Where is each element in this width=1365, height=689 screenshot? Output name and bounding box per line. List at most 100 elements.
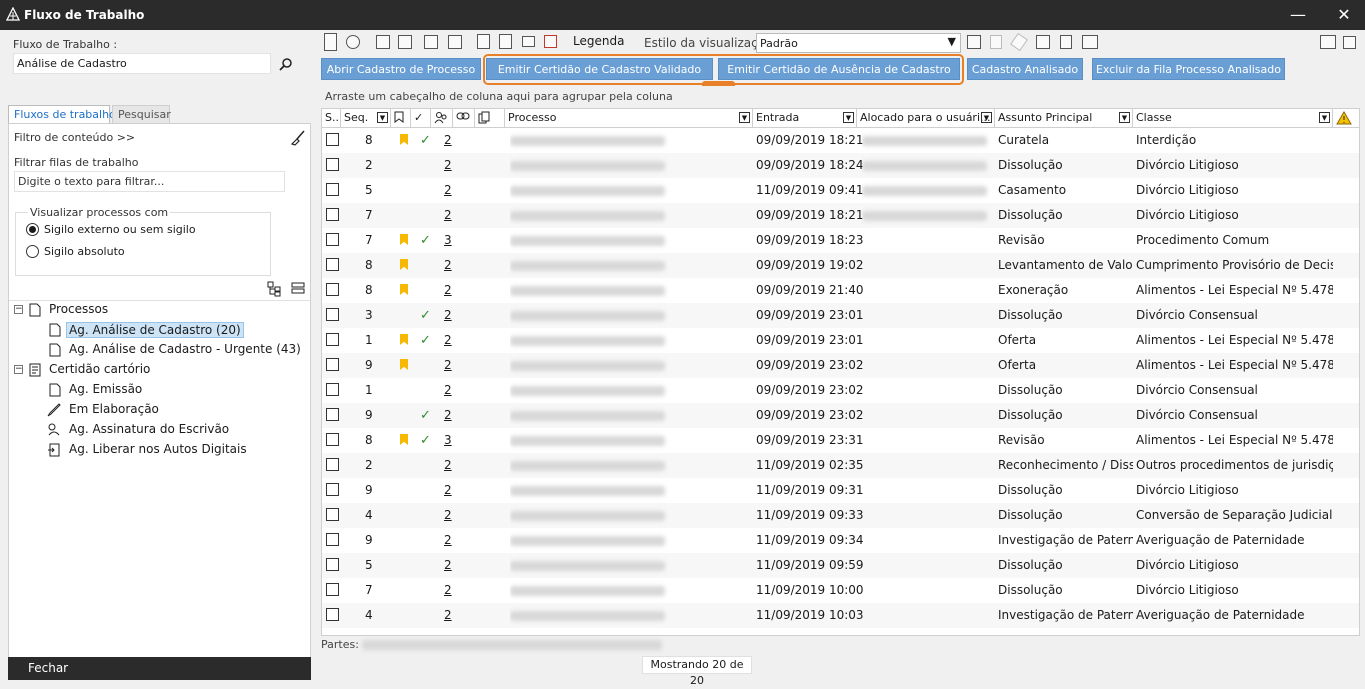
tree-node-certidao[interactable]: − Certidão cartório: [14, 362, 304, 380]
processo-cell[interactable]: [510, 378, 670, 403]
col-header-seq[interactable]: Seq. ▼: [341, 109, 391, 128]
collapse-all-icon[interactable]: [1343, 36, 1356, 49]
filter-dropdown-icon[interactable]: ▼: [843, 112, 854, 123]
filter-dropdown-icon[interactable]: ▼: [981, 112, 992, 123]
count-link[interactable]: 3: [444, 428, 452, 453]
tree-view-icon[interactable]: [1320, 35, 1336, 49]
col-header-warning[interactable]: [1333, 109, 1359, 128]
processo-cell[interactable]: [510, 303, 670, 328]
excluir-fila-button[interactable]: Excluir da Fila Processo Analisado: [1092, 58, 1285, 80]
processo-cell[interactable]: [510, 603, 670, 628]
row-checkbox[interactable]: [326, 508, 339, 521]
count-link[interactable]: 2: [444, 328, 452, 353]
count-link[interactable]: 2: [444, 153, 452, 178]
table-row[interactable]: 7 2 11/09/2019 10:00 Dissolução Divórcio Lit…: [322, 578, 1359, 603]
table-row[interactable]: 4 2 11/09/2019 10:03 Investigação de Patern…: [322, 603, 1359, 628]
processo-cell[interactable]: [510, 203, 670, 228]
table-row[interactable]: 9 2 11/09/2019 09:31 Dissolução Divórcio Lit…: [322, 478, 1359, 503]
table-row[interactable]: 5 2 11/09/2019 09:59 Dissolução Divórcio Lit…: [322, 553, 1359, 578]
count-link[interactable]: 2: [444, 278, 452, 303]
count-link[interactable]: 2: [444, 578, 452, 603]
table-row[interactable]: 8 ✓ 2 09/09/2019 18:21 Curatela Interdição: [322, 128, 1359, 153]
count-link[interactable]: 2: [444, 453, 452, 478]
filter-dropdown-icon[interactable]: ▼: [739, 112, 750, 123]
remove-comment-icon[interactable]: [544, 35, 557, 48]
search-process-icon[interactable]: [499, 34, 512, 49]
col-header-check[interactable]: ✓: [411, 109, 431, 128]
radio-sigilo-externo[interactable]: [26, 223, 39, 236]
processo-cell[interactable]: [510, 328, 670, 353]
close-button[interactable]: ✕: [1332, 4, 1356, 26]
count-link[interactable]: 2: [444, 353, 452, 378]
row-checkbox[interactable]: [326, 483, 339, 496]
col-header-bookmark[interactable]: [391, 109, 411, 128]
collapse-toggle-icon[interactable]: −: [14, 365, 23, 374]
processo-cell[interactable]: [510, 453, 670, 478]
refresh-icon[interactable]: [346, 35, 360, 49]
broom-icon[interactable]: [290, 130, 306, 146]
row-checkbox[interactable]: [326, 558, 339, 571]
tab-pesquisar[interactable]: Pesquisar: [112, 105, 171, 123]
expand-tree-icon[interactable]: [267, 281, 283, 297]
processo-cell[interactable]: [510, 128, 670, 153]
comment-icon[interactable]: [522, 36, 535, 47]
filter-dropdown-icon[interactable]: ▼: [377, 112, 388, 123]
col-header-classe[interactable]: Classe ▼: [1133, 109, 1333, 128]
row-checkbox[interactable]: [326, 358, 339, 371]
report-icon[interactable]: [1060, 35, 1072, 49]
col-header-users[interactable]: [431, 109, 453, 128]
row-checkbox[interactable]: [326, 583, 339, 596]
table-row[interactable]: 9 ✓ 2 09/09/2019 23:02 Dissolução Divórcio Co…: [322, 403, 1359, 428]
processo-cell[interactable]: [510, 253, 670, 278]
processo-cell[interactable]: [510, 153, 670, 178]
col-header-entrada[interactable]: Entrada ▼: [753, 109, 857, 128]
count-link[interactable]: 2: [444, 603, 452, 628]
row-checkbox[interactable]: [326, 533, 339, 546]
processo-cell[interactable]: [510, 278, 670, 303]
row-checkbox[interactable]: [326, 233, 339, 246]
row-checkbox[interactable]: [326, 183, 339, 196]
filter-dropdown-icon[interactable]: ▼: [1119, 112, 1130, 123]
abrir-cadastro-button[interactable]: Abrir Cadastro de Processo: [321, 58, 481, 80]
new-icon[interactable]: [324, 33, 337, 51]
minimize-button[interactable]: —: [1286, 4, 1310, 26]
row-checkbox[interactable]: [326, 333, 339, 346]
col-header-select[interactable]: S...: [322, 109, 341, 128]
collapse-toggle-icon[interactable]: −: [14, 305, 23, 314]
row-checkbox[interactable]: [326, 408, 339, 421]
select-all-icon[interactable]: [376, 35, 390, 49]
count-link[interactable]: 2: [444, 478, 452, 503]
processo-cell[interactable]: [510, 528, 670, 553]
table-row[interactable]: 7 ✓ 3 09/09/2019 18:23 Revisão Procedimento C…: [322, 228, 1359, 253]
table-row[interactable]: 8 2 09/09/2019 19:02 Levantamento de Valor C…: [322, 253, 1359, 278]
columns-icon[interactable]: [1082, 35, 1098, 49]
col-header-docs[interactable]: [475, 109, 505, 128]
filter-dropdown-icon[interactable]: ▼: [1319, 112, 1330, 123]
filter-input[interactable]: Digite o texto para filtrar...: [14, 171, 285, 192]
search-icon[interactable]: [279, 57, 293, 71]
row-checkbox[interactable]: [326, 383, 339, 396]
processo-cell[interactable]: [510, 403, 670, 428]
table-row[interactable]: 5 2 11/09/2019 09:41 Casamento Divórcio Liti…: [322, 178, 1359, 203]
col-header-alocado[interactable]: Alocado para o usuári... ▼: [857, 109, 995, 128]
legend-button[interactable]: Legenda: [573, 34, 624, 48]
col-header-processo[interactable]: Processo ▼: [505, 109, 753, 128]
table-row[interactable]: 3 ✓ 2 09/09/2019 23:01 Dissolução Divórcio Co…: [322, 303, 1359, 328]
tab-fluxos[interactable]: Fluxos de trabalho: [8, 105, 116, 123]
table-row[interactable]: 2 2 11/09/2019 02:35 Reconhecimento / Disso…: [322, 453, 1359, 478]
collapse-tree-icon[interactable]: [291, 281, 305, 295]
count-link[interactable]: 2: [444, 503, 452, 528]
count-link[interactable]: 3: [444, 228, 452, 253]
processo-cell[interactable]: [510, 478, 670, 503]
workflow-input[interactable]: Análise de Cadastro: [13, 53, 271, 74]
count-link[interactable]: 2: [444, 128, 452, 153]
table-row[interactable]: 1 ✓ 2 09/09/2019 23:01 Oferta Alimentos - Lei…: [322, 328, 1359, 353]
processo-cell[interactable]: [510, 228, 670, 253]
paste-icon[interactable]: [424, 35, 438, 49]
row-checkbox[interactable]: [326, 158, 339, 171]
processo-cell[interactable]: [510, 178, 670, 203]
table-row[interactable]: 2 2 09/09/2019 18:24 Dissolução Divórcio Lit…: [322, 153, 1359, 178]
col-header-link[interactable]: [453, 109, 475, 128]
group-by-area[interactable]: Arraste um cabeçalho de coluna aqui para…: [321, 86, 1360, 108]
view-style-select[interactable]: Padrão ▼: [756, 33, 961, 53]
